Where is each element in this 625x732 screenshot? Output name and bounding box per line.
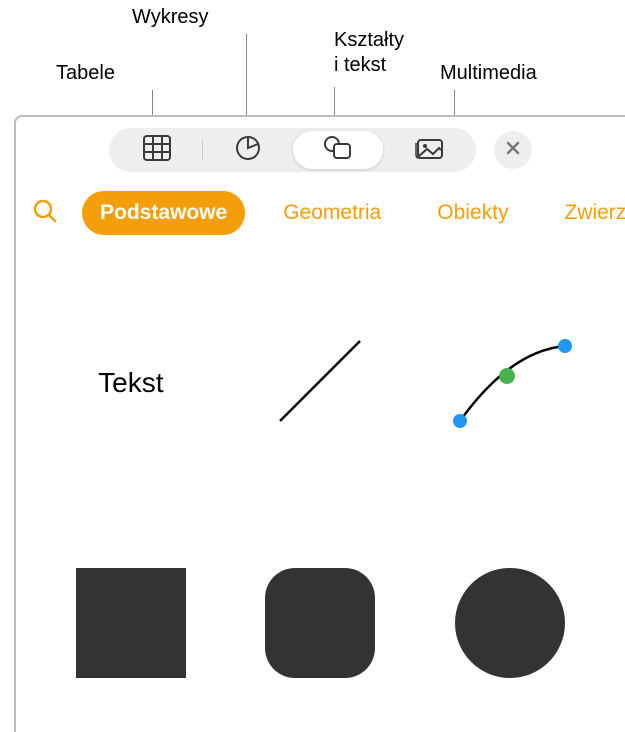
callout-charts: Wykresy [132,6,208,29]
category-zwierze[interactable]: Zwierzę [546,191,625,235]
shape-text[interactable]: Tekst [61,313,201,453]
search-button[interactable] [28,194,62,233]
insert-panel: Podstawowe Geometria Obiekty Zwierzę Tek… [14,115,625,732]
category-obiekty[interactable]: Obiekty [419,191,526,235]
segmented-control [109,128,476,172]
tables-button[interactable] [112,131,202,169]
shapes-button[interactable] [293,131,383,169]
line-icon [260,321,380,446]
shapes-icon [322,134,354,167]
charts-button[interactable] [203,131,293,169]
callout-tables: Tabele [56,62,115,85]
rounded-rect-icon [265,568,375,678]
shape-rounded-rect[interactable] [250,553,390,693]
search-icon [32,198,58,229]
callout-shapes-text: Kształty i tekst [334,28,404,78]
shapes-grid: Tekst [16,243,625,723]
square-icon [76,568,186,678]
category-geometria[interactable]: Geometria [265,191,399,235]
photo-icon [411,134,445,167]
pie-chart-icon [234,134,262,167]
category-tabs: Podstawowe Geometria Obiekty Zwierzę [16,183,625,243]
shape-curve[interactable] [440,313,580,453]
shape-square[interactable] [61,553,201,693]
table-icon [142,134,172,167]
category-podstawowe[interactable]: Podstawowe [82,191,245,235]
circle-icon [455,568,565,678]
media-button[interactable] [383,131,473,169]
callout-media: Multimedia [440,62,537,85]
text-shape-label: Tekst [98,367,163,399]
shape-line[interactable] [250,313,390,453]
shape-circle[interactable] [440,553,580,693]
callouts-layer: Tabele Wykresy Kształty i tekst Multimed… [0,0,625,115]
close-button[interactable] [494,131,532,169]
curve-icon [440,321,580,446]
insert-toolbar [16,117,625,183]
close-icon [505,140,521,161]
